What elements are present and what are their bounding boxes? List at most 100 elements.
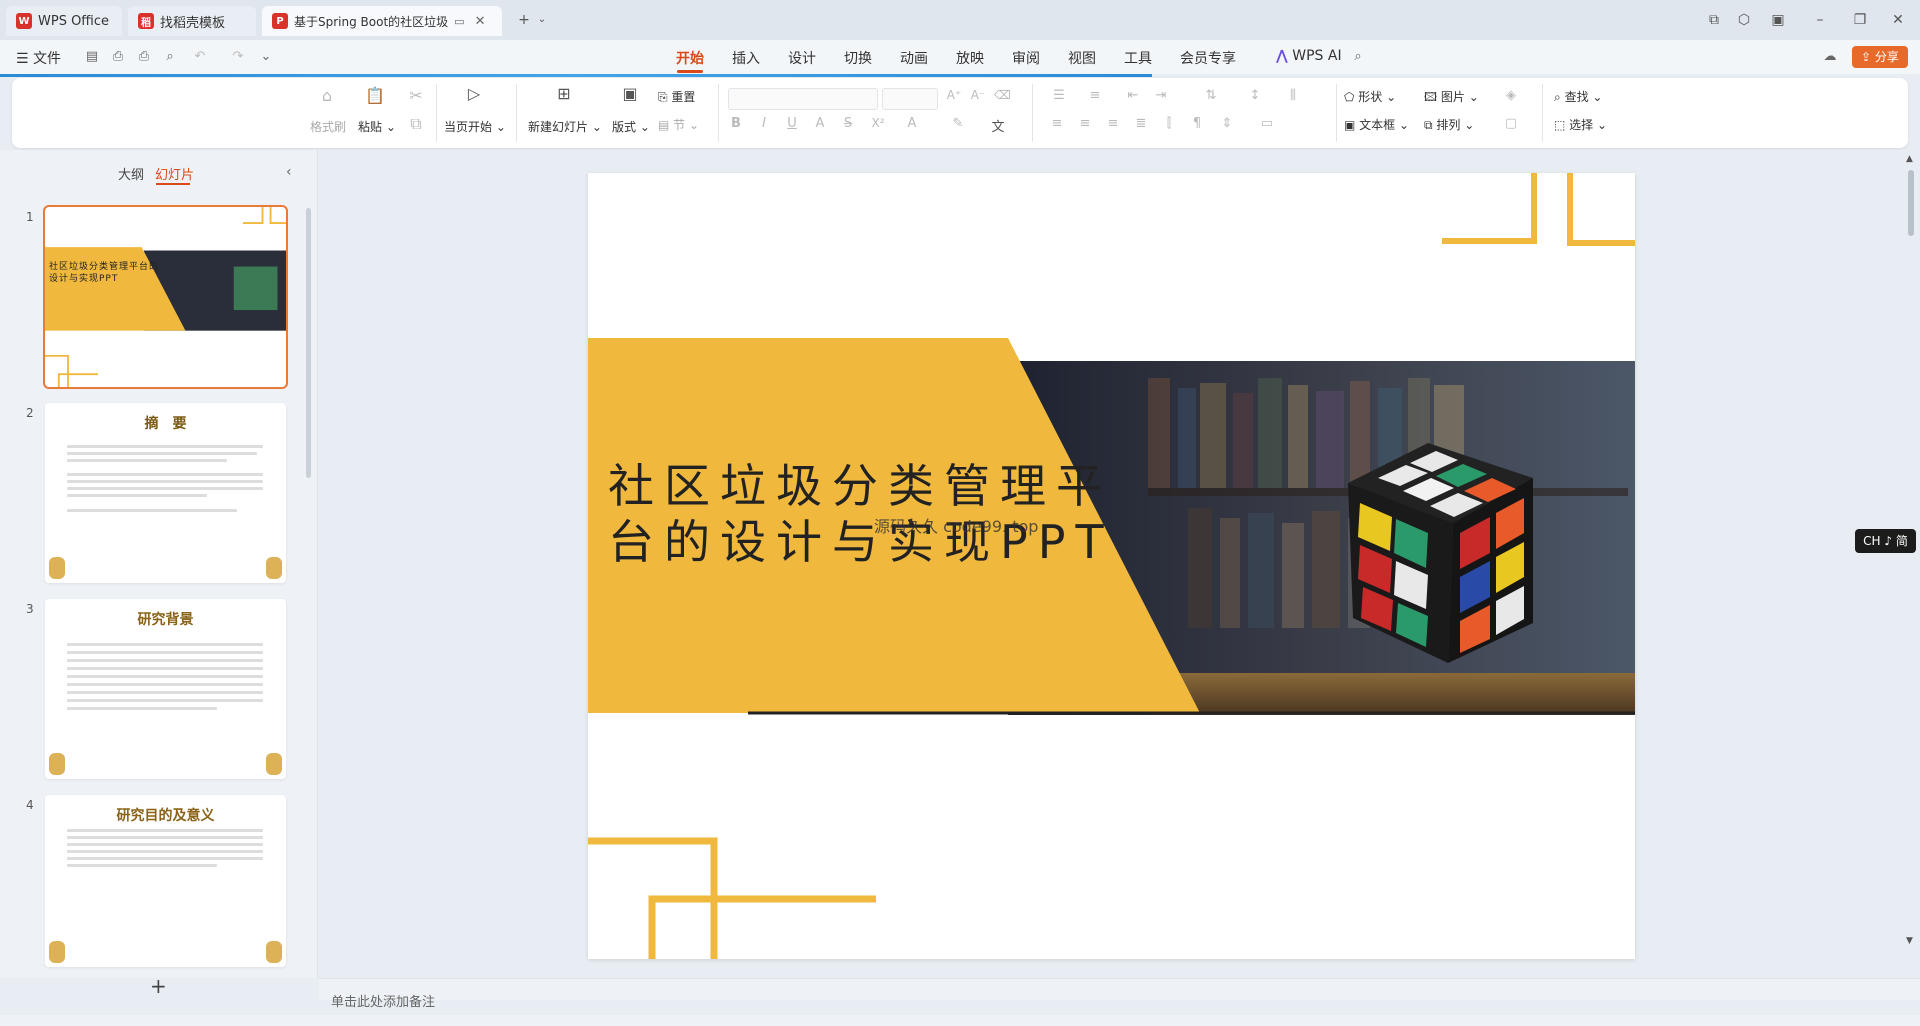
close-window-icon[interactable]: ✕: [1888, 10, 1908, 30]
font-color-icon[interactable]: A: [902, 116, 922, 131]
layout-button[interactable]: 版式 ⌄: [612, 118, 650, 135]
ime-indicator[interactable]: CH ♪ 简: [1855, 529, 1916, 553]
distribute-icon[interactable]: ⫿: [1160, 116, 1178, 131]
shape-button[interactable]: ⬠ 形状 ⌄: [1344, 88, 1396, 105]
strikethrough-icon[interactable]: S: [840, 116, 856, 131]
numbering-icon[interactable]: ≡: [1086, 88, 1104, 103]
text-direction-icon[interactable]: ⇅: [1202, 88, 1220, 103]
current-slide[interactable]: 社区垃圾分类管理平 台的设计与实现PPT 源码久久 code99. top: [588, 173, 1635, 959]
new-tab-icon[interactable]: +: [514, 10, 534, 30]
arrange-button[interactable]: ⧉ 排列 ⌄: [1424, 116, 1474, 133]
panel-scrollbar[interactable]: [306, 208, 311, 478]
paste-icon[interactable]: 📋: [364, 86, 386, 105]
layout-icon[interactable]: ▣: [618, 84, 642, 103]
fill-icon[interactable]: ◈: [1502, 88, 1520, 103]
scroll-down-icon[interactable]: ▼: [1906, 936, 1913, 946]
tab-outline[interactable]: 大纲: [118, 164, 144, 183]
menu-animation[interactable]: 动画: [900, 48, 928, 68]
menu-transition[interactable]: 切换: [844, 48, 872, 68]
align-right-icon[interactable]: ≡: [1104, 116, 1122, 131]
bullets-icon[interactable]: ☰: [1050, 88, 1068, 103]
play-icon[interactable]: ▷: [462, 84, 486, 103]
monitor-icon[interactable]: ▭: [454, 15, 464, 28]
print-icon[interactable]: ⎙: [136, 49, 152, 65]
menu-start[interactable]: 开始: [676, 48, 704, 68]
format-brush-icon[interactable]: ⌂: [317, 86, 337, 105]
avatar[interactable]: ▣: [1768, 10, 1788, 30]
decrease-font-icon[interactable]: A⁻: [970, 88, 986, 102]
underline-icon[interactable]: U: [784, 116, 800, 131]
slide-thumbnail-2[interactable]: 摘 要: [45, 403, 286, 583]
shadow-icon[interactable]: A: [812, 116, 828, 131]
select-button[interactable]: ⬚ 选择 ⌄: [1554, 116, 1607, 133]
restore-icon[interactable]: ❐: [1850, 10, 1870, 30]
decrease-indent-icon[interactable]: ⇤: [1124, 88, 1142, 103]
menu-tools[interactable]: 工具: [1124, 48, 1152, 68]
new-slide-button[interactable]: 新建幻灯片 ⌄: [528, 118, 602, 135]
phonetic-icon[interactable]: 文: [988, 116, 1008, 135]
close-tab-icon[interactable]: ✕: [475, 14, 486, 29]
columns-icon[interactable]: ⫼: [1284, 88, 1302, 103]
image-button[interactable]: 🖾 图片 ⌄: [1424, 88, 1479, 109]
canvas-scrollbar[interactable]: [1908, 170, 1914, 236]
menu-design[interactable]: 设计: [788, 48, 816, 68]
cut-icon[interactable]: ✂: [406, 86, 426, 105]
menu-member[interactable]: 会员专享: [1180, 48, 1236, 68]
find-button[interactable]: ⌕ 查找 ⌄: [1554, 88, 1602, 105]
search-icon[interactable]: ⌕: [1350, 49, 1366, 65]
save-icon[interactable]: ▤: [84, 49, 100, 65]
slide-thumbnail-1[interactable]: 社区垃圾分类管理平台的设计与实现PPT: [43, 205, 288, 389]
line-spacing-icon[interactable]: ↕: [1246, 88, 1264, 103]
increase-indent-icon[interactable]: ⇥: [1152, 88, 1170, 103]
slide-thumbnail-4[interactable]: 研究目的及意义: [45, 795, 286, 967]
new-slide-icon[interactable]: ⊞: [552, 84, 576, 103]
paragraph-icon[interactable]: ¶: [1188, 116, 1206, 131]
notes-pane[interactable]: 单击此处添加备注: [319, 978, 1920, 1010]
align-left-icon[interactable]: ≡: [1048, 116, 1066, 131]
outline-icon[interactable]: ▢: [1502, 116, 1520, 131]
increase-font-icon[interactable]: A⁺: [946, 88, 962, 102]
paste-button[interactable]: 粘贴 ⌄: [358, 118, 396, 135]
menu-review[interactable]: 审阅: [1012, 48, 1040, 68]
share-button[interactable]: ⇪ 分享: [1852, 46, 1908, 68]
add-slide-button[interactable]: +: [150, 974, 167, 998]
format-brush-button[interactable]: 格式刷: [310, 118, 346, 135]
tab-wps-office[interactable]: W WPS Office: [6, 6, 122, 36]
tab-document[interactable]: P 基于Spring Boot的社区垃圾 ▭ ✕: [262, 6, 502, 36]
align-center-icon[interactable]: ≡: [1076, 116, 1094, 131]
tab-docer[interactable]: 稻 找稻壳模板: [128, 6, 256, 36]
print-preview-icon[interactable]: ⌕: [162, 49, 178, 65]
clear-format-icon[interactable]: ⌫: [994, 88, 1011, 102]
reset-button[interactable]: ⎘ 重置: [658, 88, 695, 105]
text-box-options-icon[interactable]: ▭: [1258, 116, 1276, 131]
menu-insert[interactable]: 插入: [732, 48, 760, 68]
cube-icon[interactable]: ⬡: [1734, 10, 1754, 30]
scroll-up-icon[interactable]: ▲: [1906, 154, 1913, 164]
font-size-select[interactable]: [882, 88, 938, 110]
collapse-panel-icon[interactable]: ‹: [286, 164, 292, 180]
textbox-button[interactable]: ▣ 文本框 ⌄: [1344, 116, 1409, 133]
menu-slideshow[interactable]: 放映: [956, 48, 984, 68]
undo-icon[interactable]: ↶: [192, 49, 208, 65]
section-button[interactable]: ▤ 节 ⌄: [658, 116, 699, 133]
superscript-icon[interactable]: X²: [868, 116, 888, 130]
tab-list-chevron-icon[interactable]: ⌄: [532, 10, 552, 30]
cloud-upload-icon[interactable]: ☁: [1822, 49, 1838, 65]
italic-icon[interactable]: I: [756, 116, 772, 131]
wps-ai-button[interactable]: ⋀ WPS AI: [1276, 48, 1342, 64]
slide-thumbnail-3[interactable]: 研究背景: [45, 599, 286, 779]
tab-slides[interactable]: 幻灯片: [155, 164, 194, 183]
export-icon[interactable]: ⎙: [110, 49, 126, 65]
highlight-icon[interactable]: ✎: [948, 116, 968, 131]
window-layout-icon[interactable]: ⧉: [1704, 10, 1724, 30]
justify-icon[interactable]: ≣: [1132, 116, 1150, 131]
menu-view[interactable]: 视图: [1068, 48, 1096, 68]
redo-icon[interactable]: ↷: [230, 49, 246, 65]
copy-icon[interactable]: ⧉: [406, 114, 426, 134]
from-current-button[interactable]: 当页开始 ⌄: [444, 118, 506, 135]
bold-icon[interactable]: B: [728, 116, 744, 131]
file-menu[interactable]: ☰ 文件: [16, 48, 61, 68]
font-family-select[interactable]: [728, 88, 878, 110]
minimize-icon[interactable]: –: [1810, 10, 1830, 30]
more-chevron-icon[interactable]: ⌄: [258, 49, 274, 65]
